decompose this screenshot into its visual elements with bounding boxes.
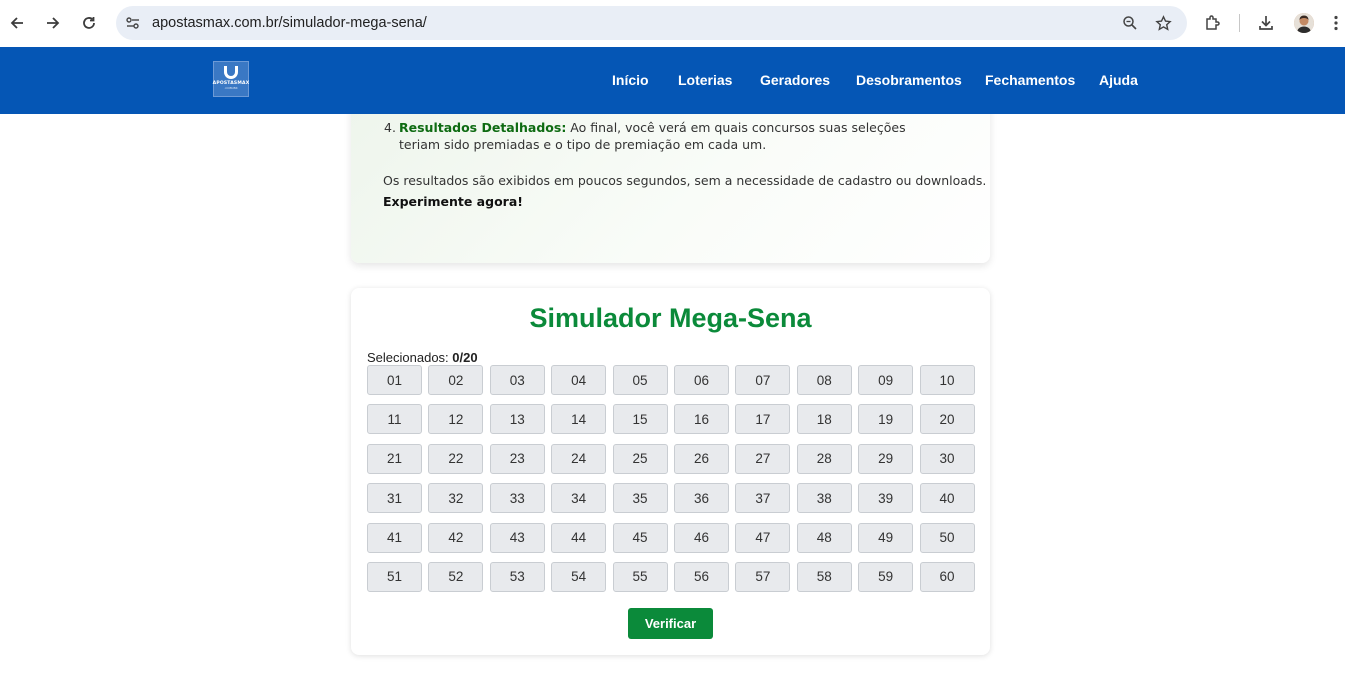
number-button[interactable]: 47 — [735, 522, 791, 553]
nav-ajuda[interactable]: Ajuda — [1099, 72, 1138, 88]
verify-button[interactable]: Verificar — [628, 608, 713, 639]
number-button[interactable]: 13 — [489, 404, 545, 435]
forward-icon[interactable] — [41, 11, 65, 35]
number-button[interactable]: 40 — [919, 483, 975, 514]
number-button[interactable]: 41 — [367, 522, 422, 553]
number-button[interactable]: 50 — [919, 522, 975, 553]
selected-label: Selecionados: — [367, 350, 453, 365]
number-button[interactable]: 25 — [612, 443, 668, 474]
number-button[interactable]: 05 — [612, 365, 668, 395]
number-button[interactable]: 12 — [428, 404, 484, 435]
more-menu-icon[interactable] — [1328, 12, 1344, 34]
nav-desobramentos[interactable]: Desobramentos — [856, 72, 962, 88]
number-button[interactable]: 23 — [489, 443, 545, 474]
profile-avatar[interactable] — [1294, 13, 1314, 33]
reload-icon[interactable] — [77, 11, 101, 35]
number-button[interactable]: 32 — [428, 483, 484, 514]
number-button[interactable]: 30 — [919, 443, 975, 474]
number-grid: 01 02 03 04 05 06 07 08 09 10 11 12 13 14 15 16 17 18 19 20… — [367, 365, 975, 592]
number-button[interactable]: 36 — [673, 483, 729, 514]
zoom-icon[interactable] — [1120, 13, 1140, 33]
number-button[interactable]: 02 — [428, 365, 484, 395]
number-button[interactable]: 43 — [489, 522, 545, 553]
number-button[interactable]: 01 — [367, 365, 422, 395]
number-button[interactable]: 37 — [735, 483, 791, 514]
nav-fechamentos[interactable]: Fechamentos — [985, 72, 1075, 88]
number-button[interactable]: 55 — [612, 561, 668, 592]
selected-counter: Selecionados: 0/20 — [367, 350, 478, 365]
number-button[interactable]: 54 — [551, 561, 607, 592]
number-button[interactable]: 31 — [367, 483, 422, 514]
number-button[interactable]: 06 — [673, 365, 729, 395]
number-button[interactable]: 04 — [551, 365, 607, 395]
number-button[interactable]: 09 — [858, 365, 914, 395]
number-button[interactable]: 57 — [735, 561, 791, 592]
nav-inicio[interactable]: Início — [612, 72, 649, 88]
number-button[interactable]: 34 — [551, 483, 607, 514]
number-button[interactable]: 33 — [489, 483, 545, 514]
bookmark-star-icon[interactable] — [1153, 13, 1173, 33]
back-icon[interactable] — [5, 11, 29, 35]
nav-geradores[interactable]: Geradores — [760, 72, 830, 88]
number-button[interactable]: 53 — [489, 561, 545, 592]
number-button[interactable]: 20 — [919, 404, 975, 435]
info-paragraph: Os resultados são exibidos em poucos seg… — [383, 173, 987, 188]
number-button[interactable]: 29 — [858, 443, 914, 474]
number-button[interactable]: 59 — [858, 561, 914, 592]
number-button[interactable]: 27 — [735, 443, 791, 474]
number-button[interactable]: 22 — [428, 443, 484, 474]
simulator-card: Simulador Mega-Sena Selecionados: 0/20 0… — [351, 288, 990, 655]
extensions-icon[interactable] — [1202, 12, 1224, 34]
number-button[interactable]: 11 — [367, 404, 422, 435]
info-cta: Experimente agora! — [383, 194, 523, 209]
number-button[interactable]: 15 — [612, 404, 668, 435]
url-text[interactable]: apostasmax.com.br/simulador-mega-sena/ — [152, 15, 427, 31]
number-button[interactable]: 58 — [796, 561, 852, 592]
number-button[interactable]: 52 — [428, 561, 484, 592]
number-button[interactable]: 17 — [735, 404, 791, 435]
number-button[interactable]: 18 — [796, 404, 852, 435]
number-button[interactable]: 19 — [858, 404, 914, 435]
nav-loterias[interactable]: Loterias — [678, 72, 732, 88]
number-button[interactable]: 42 — [428, 522, 484, 553]
list-item-number: 4. — [384, 120, 396, 135]
number-button[interactable]: 28 — [796, 443, 852, 474]
number-button[interactable]: 16 — [673, 404, 729, 435]
selected-value: 0/20 — [452, 350, 478, 365]
number-button[interactable]: 08 — [796, 365, 852, 395]
number-button[interactable]: 21 — [367, 443, 422, 474]
address-bar[interactable]: apostasmax.com.br/simulador-mega-sena/ — [116, 6, 1187, 40]
number-button[interactable]: 26 — [673, 443, 729, 474]
browser-toolbar: apostasmax.com.br/simulador-mega-sena/ — [0, 0, 1345, 47]
horseshoe-icon — [224, 66, 238, 79]
number-button[interactable]: 48 — [796, 522, 852, 553]
site-logo[interactable]: APOSTASMAX .COM.BR — [213, 61, 249, 97]
number-button[interactable]: 51 — [367, 561, 422, 592]
list-item-title: Resultados Detalhados: — [399, 120, 567, 135]
number-button[interactable]: 10 — [919, 365, 975, 395]
number-button[interactable]: 44 — [551, 522, 607, 553]
number-button[interactable]: 60 — [919, 561, 975, 592]
number-button[interactable]: 14 — [551, 404, 607, 435]
info-list-item: 4. Resultados Detalhados: Ao final, você… — [384, 119, 939, 153]
number-button[interactable]: 49 — [858, 522, 914, 553]
number-button[interactable]: 07 — [735, 365, 791, 395]
info-card: 4. Resultados Detalhados: Ao final, você… — [351, 100, 990, 263]
number-button[interactable]: 38 — [796, 483, 852, 514]
site-settings-icon[interactable] — [124, 14, 142, 32]
number-button[interactable]: 46 — [673, 522, 729, 553]
number-button[interactable]: 39 — [858, 483, 914, 514]
number-button[interactable]: 24 — [551, 443, 607, 474]
number-button[interactable]: 35 — [612, 483, 668, 514]
simulator-title: Simulador Mega-Sena — [529, 303, 812, 333]
toolbar-divider — [1239, 14, 1240, 32]
site-header: APOSTASMAX .COM.BR Início Loterias Gerad… — [0, 47, 1345, 114]
number-button[interactable]: 03 — [489, 365, 545, 395]
download-icon[interactable] — [1255, 12, 1277, 34]
number-button[interactable]: 45 — [612, 522, 668, 553]
number-button[interactable]: 56 — [673, 561, 729, 592]
logo-subtext: .COM.BR — [224, 86, 238, 90]
